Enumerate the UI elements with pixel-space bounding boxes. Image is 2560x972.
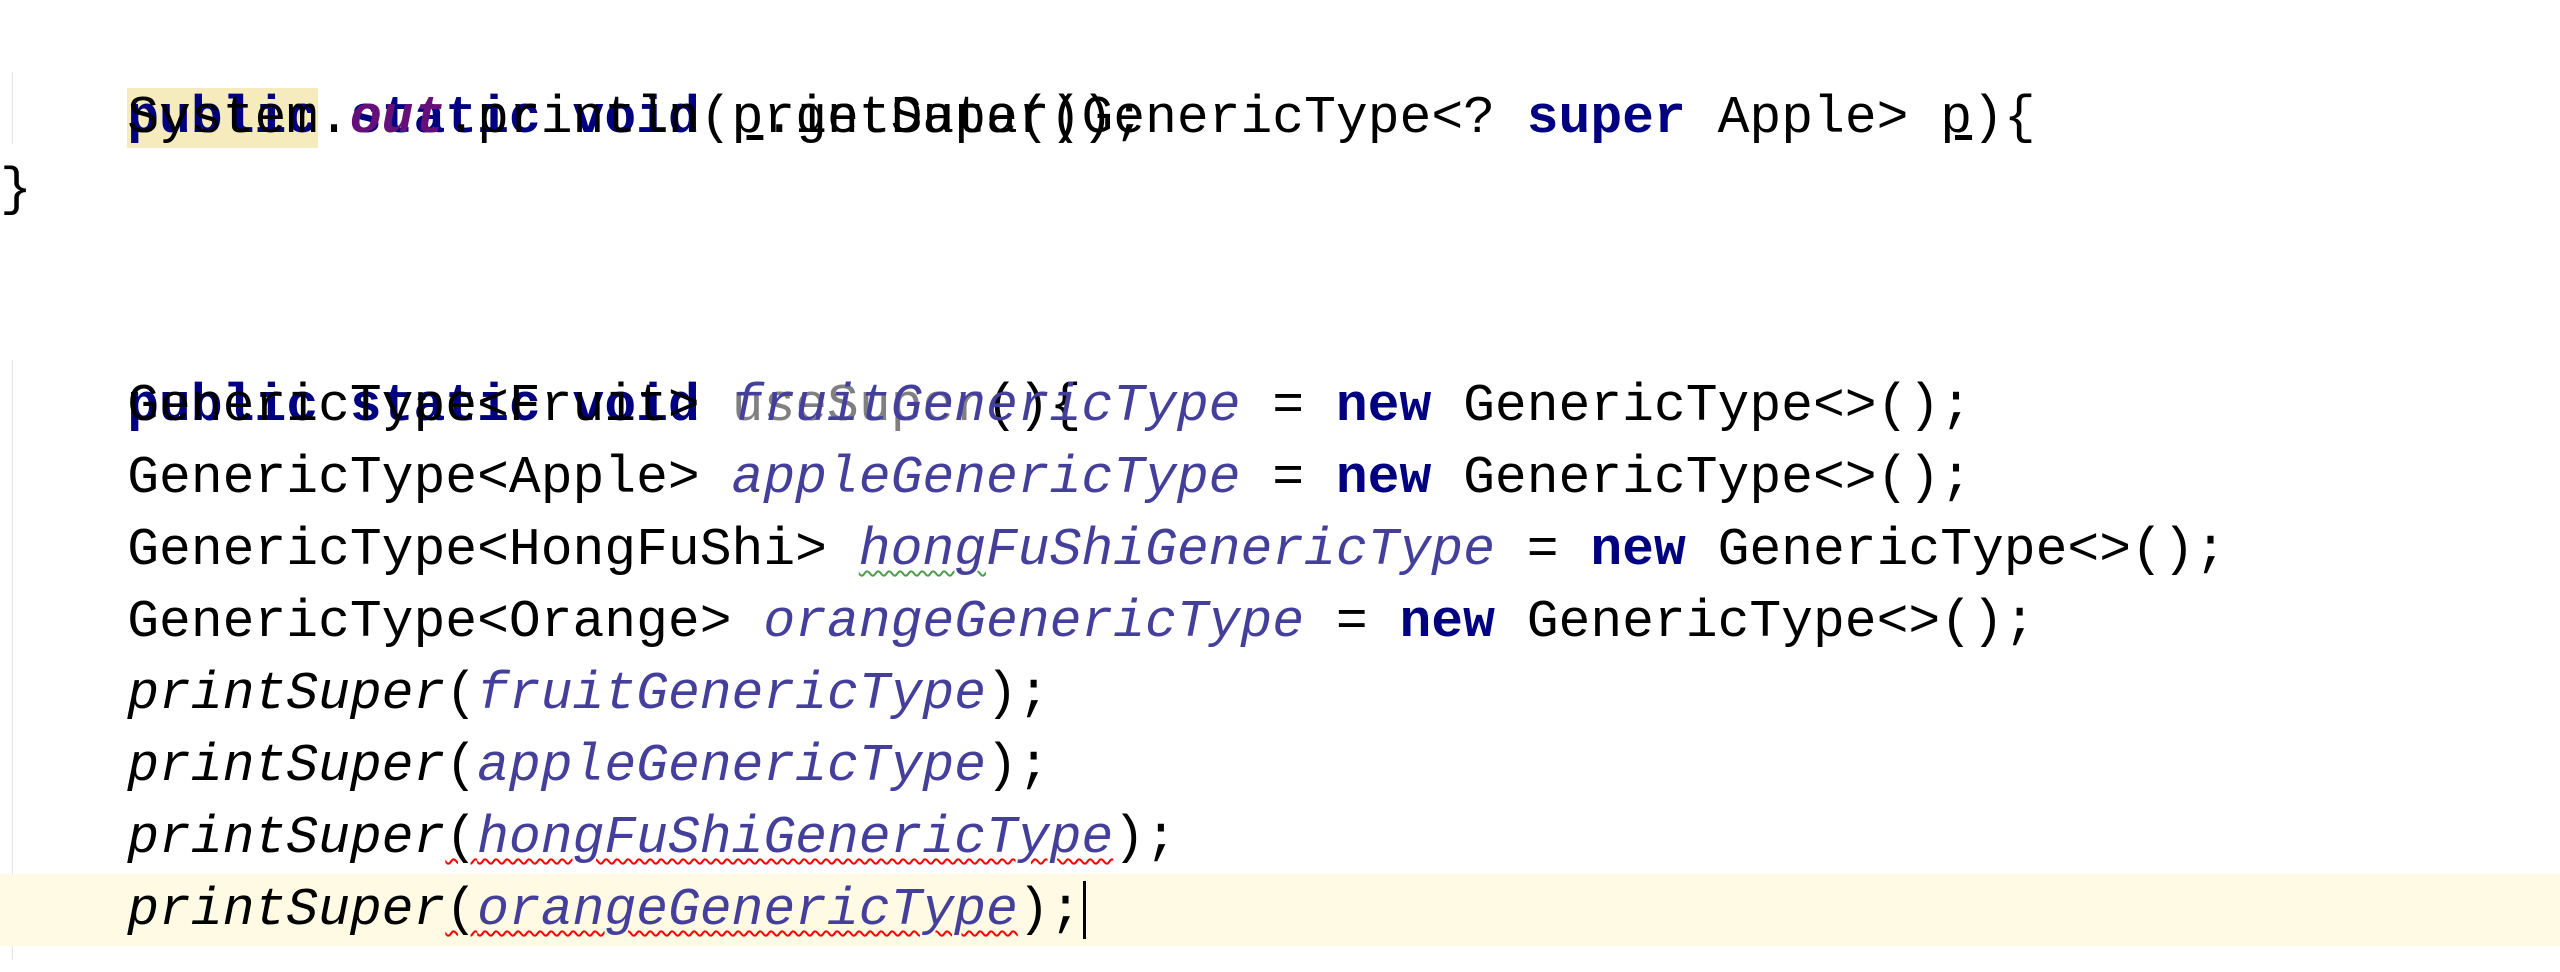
method-call: printSuper bbox=[127, 736, 446, 796]
local-variable: FuShi bbox=[986, 520, 1146, 580]
local-variable: GenericType bbox=[1145, 520, 1495, 580]
code-line-13-current[interactable]: printSuper(orangeGenericType); bbox=[0, 874, 2560, 946]
method-call: printSuper bbox=[127, 880, 446, 940]
paren-brace: ){ bbox=[1972, 88, 2036, 148]
code-line-8[interactable]: GenericType<HongFuShi> hongFuShiGenericT… bbox=[0, 514, 2226, 586]
paren: ( bbox=[445, 664, 478, 724]
local-variable-typo: hong bbox=[858, 520, 986, 580]
paren-error: ( bbox=[445, 808, 478, 868]
code-line-9[interactable]: GenericType<Orange> orangeGenericType = … bbox=[0, 586, 2036, 658]
keyword: super bbox=[1526, 88, 1686, 148]
paren-semicolon: ); bbox=[1017, 880, 1082, 940]
code-line-3[interactable]: } bbox=[0, 154, 32, 226]
code-line-5[interactable]: public static void useSuper(){ bbox=[0, 298, 1081, 436]
constructor: GenericType<>(); bbox=[1717, 520, 2227, 580]
paren-semicolon: ); bbox=[986, 736, 1050, 796]
keyword: new bbox=[1590, 520, 1686, 580]
operator: = bbox=[1272, 376, 1305, 436]
method-call: printSuper bbox=[127, 664, 446, 724]
argument-error: hongFuShiGenericType bbox=[477, 808, 1114, 868]
parameter-ref: p bbox=[731, 88, 764, 148]
keyword: new bbox=[1335, 376, 1432, 436]
code-editor[interactable]: public static void printSuper(GenericTyp… bbox=[0, 0, 2560, 972]
operator: = bbox=[1335, 592, 1368, 652]
method-call: printSuper bbox=[127, 808, 446, 868]
local-variable: appleGenericType bbox=[731, 448, 1241, 508]
constructor: GenericType<>(); bbox=[1463, 448, 1972, 508]
constructor: GenericType<>(); bbox=[1463, 376, 1972, 436]
type-name: GenericType<Fruit> bbox=[127, 376, 700, 436]
keyword: new bbox=[1399, 592, 1495, 652]
constructor: GenericType<>(); bbox=[1526, 592, 2036, 652]
paren-error: ( bbox=[445, 880, 478, 940]
class-ref: System. bbox=[127, 88, 350, 148]
argument: fruitGenericType bbox=[477, 664, 986, 724]
paren-semicolon: ); bbox=[1113, 808, 1177, 868]
keyword: new bbox=[1335, 448, 1432, 508]
type-name: GenericType<HongFuShi> bbox=[127, 520, 827, 580]
type-bound: Apple> bbox=[1717, 88, 1909, 148]
operator: = bbox=[1272, 448, 1305, 508]
local-variable: fruitGenericType bbox=[731, 376, 1241, 436]
text-caret bbox=[1083, 881, 1087, 939]
closing-brace: } bbox=[0, 160, 32, 220]
code-line-10[interactable]: printSuper(fruitGenericType); bbox=[0, 658, 1050, 730]
argument: appleGenericType bbox=[477, 736, 986, 796]
type-name: GenericType<Apple> bbox=[127, 448, 700, 508]
paren-semicolon: ); bbox=[986, 664, 1050, 724]
local-variable: orangeGenericType bbox=[763, 592, 1305, 652]
code-line-7[interactable]: GenericType<Apple> appleGenericType = ne… bbox=[0, 442, 1972, 514]
parameter: p bbox=[1940, 88, 1973, 148]
code-line-1[interactable]: public static void printSuper(GenericTyp… bbox=[0, 10, 2036, 148]
code-line-12[interactable]: printSuper(hongFuShiGenericType); bbox=[0, 802, 1177, 874]
argument-error: orangeGenericType bbox=[477, 880, 1018, 940]
paren: ( bbox=[445, 736, 478, 796]
code-line-2[interactable]: System.out.println(p.getData()); bbox=[0, 82, 1145, 154]
code-line-6[interactable]: GenericType<Fruit> fruitGenericType = ne… bbox=[0, 370, 1972, 442]
code-line-11[interactable]: printSuper(appleGenericType); bbox=[0, 730, 1050, 802]
static-field: out bbox=[349, 88, 446, 148]
operator: = bbox=[1526, 520, 1559, 580]
type-name: GenericType<Orange> bbox=[127, 592, 732, 652]
method-call-rest: .getData()); bbox=[763, 88, 1146, 148]
method-call: .println( bbox=[445, 88, 732, 148]
